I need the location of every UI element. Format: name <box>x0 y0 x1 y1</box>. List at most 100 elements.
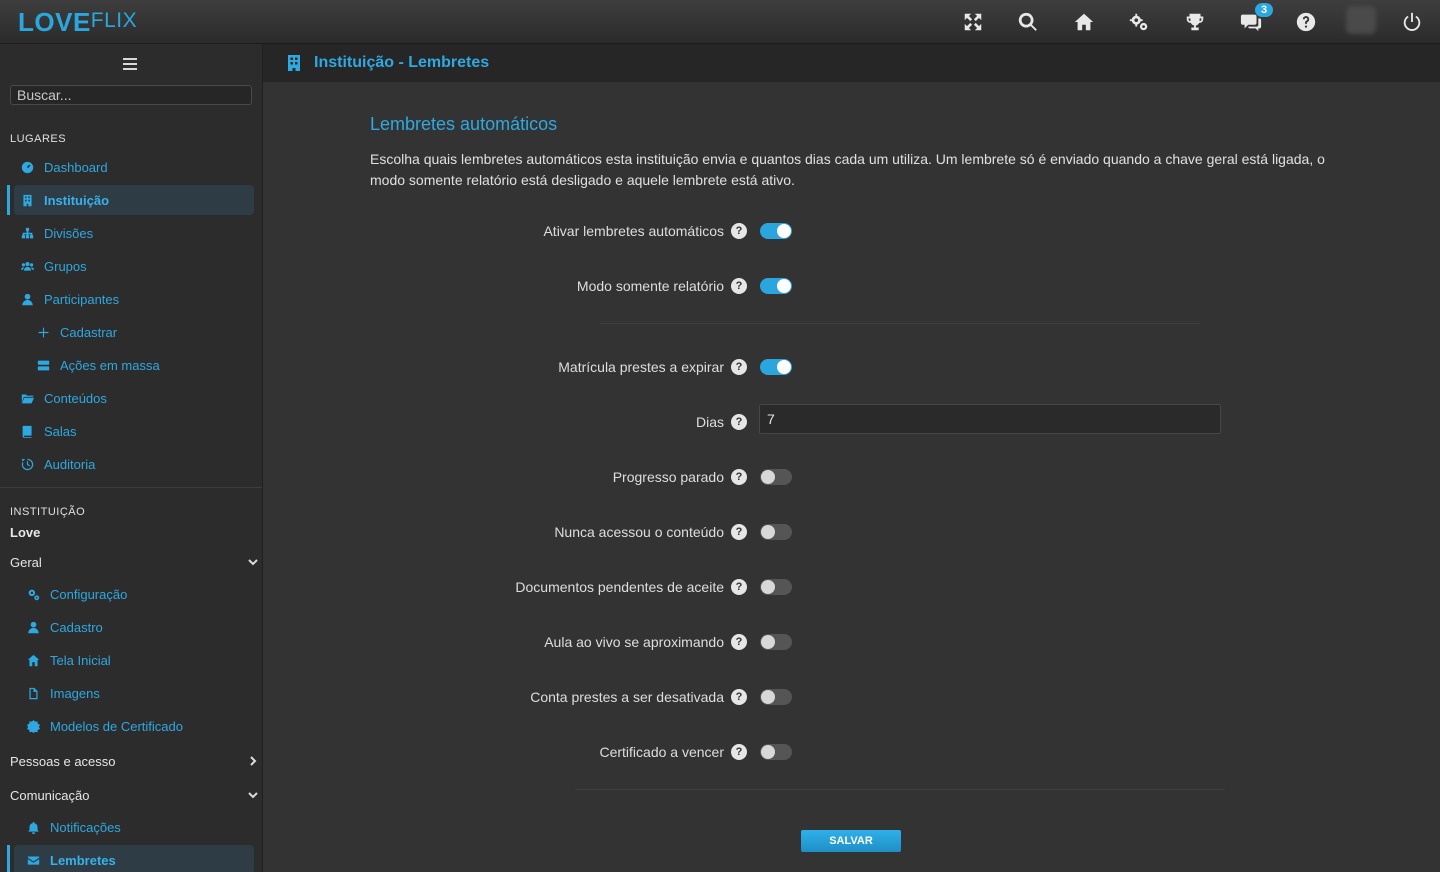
sidebar-item-acoes-em-massa[interactable]: Ações em massa <box>14 350 254 380</box>
sidebar-item-dashboard[interactable]: Dashboard <box>14 152 254 182</box>
toggle-conta-desativada[interactable] <box>760 689 792 705</box>
menu-toggle-icon[interactable] <box>123 58 137 70</box>
power-icon[interactable] <box>1398 8 1426 36</box>
sidebar-item-modelos-de-certificado[interactable]: Modelos de Certificado <box>14 711 254 741</box>
active-indicator <box>7 185 10 215</box>
setting-label-matricula: Matrícula prestes a expirar <box>558 359 724 375</box>
setting-label-modo-relatorio: Modo somente relatório <box>576 278 724 294</box>
sidebar-item-label: Cadastro <box>50 619 103 635</box>
chat-icon[interactable]: 3 <box>1237 3 1273 36</box>
fullscreen-icon[interactable] <box>959 8 987 36</box>
chevron-right-icon <box>250 756 257 766</box>
sidebar-item-label: Dashboard <box>44 159 108 175</box>
content-header: Instituição - Lembretes <box>263 44 1440 82</box>
places-section-label: LUGARES <box>10 133 67 145</box>
help-icon[interactable] <box>1292 8 1320 36</box>
home-icon <box>26 653 40 667</box>
section-title: Lembretes automáticos <box>370 114 558 134</box>
help-icon[interactable]: ? <box>731 278 747 294</box>
setting-label-certificado: Certificado a vencer <box>599 744 724 760</box>
sidebar-item-label: Tela Inicial <box>50 652 111 668</box>
bell-icon <box>26 820 40 834</box>
file-icon <box>26 686 40 700</box>
sidebar-item-label: Participantes <box>44 291 120 307</box>
sidebar-item-label: Cadastrar <box>60 324 118 340</box>
help-icon[interactable]: ? <box>731 223 747 239</box>
setting-label-nunca-acessou: Nunca acessou o conteúdo <box>554 524 724 540</box>
sidebar-item-label: Imagens <box>50 685 100 701</box>
sidebar-item-conteudos[interactable]: Conteúdos <box>14 383 254 413</box>
section-description: Escolha quais lembretes automáticos esta… <box>370 151 1325 188</box>
home-icon[interactable] <box>1070 8 1098 36</box>
sidebar-item-label: Instituição <box>44 192 110 208</box>
toggle-certificado-vencer[interactable] <box>760 744 792 760</box>
sidebar-item-salas[interactable]: Salas <box>14 416 254 446</box>
sidebar-item-label: Configuração <box>50 586 128 602</box>
help-icon[interactable]: ? <box>731 634 747 650</box>
sidebar-item-lembretes[interactable]: Lembretes <box>14 845 254 872</box>
help-icon[interactable]: ? <box>731 524 747 540</box>
logo-love: LOVE <box>18 7 91 37</box>
toggle-aula-ao-vivo[interactable] <box>760 634 792 650</box>
sidebar-item-imagens[interactable]: Imagens <box>14 678 254 708</box>
sidebar-item-label: Conteúdos <box>44 390 107 406</box>
server-icon <box>36 358 50 372</box>
sidebar-item-cadastro[interactable]: Cadastro <box>14 612 254 642</box>
sidebar-item-divisoes[interactable]: Divisões <box>14 218 254 248</box>
group-pessoas-e-acesso[interactable]: Pessoas e acesso <box>10 751 258 771</box>
top-bar: LOVEFLIX 3 <box>0 0 1440 44</box>
toggle-ativar-lembretes[interactable] <box>760 223 792 239</box>
help-icon[interactable]: ? <box>731 689 747 705</box>
group-geral[interactable]: Geral <box>10 552 258 572</box>
sidebar-item-cadastrar[interactable]: Cadastrar <box>14 317 254 347</box>
active-indicator <box>7 845 10 872</box>
sidebar-item-auditoria[interactable]: Auditoria <box>14 449 254 479</box>
gears-icon <box>26 587 40 601</box>
group-label: Geral <box>10 554 42 570</box>
group-comunicacao[interactable]: Comunicação <box>10 785 258 805</box>
sidebar-item-label: Auditoria <box>44 456 96 472</box>
institution-name: Love <box>10 525 41 540</box>
sidebar-item-label: Notificações <box>50 819 121 835</box>
envelope-icon <box>26 853 40 867</box>
certificate-icon <box>26 719 40 733</box>
chevron-down-icon <box>248 792 258 799</box>
help-icon[interactable]: ? <box>731 744 747 760</box>
setting-label-documentos: Documentos pendentes de aceite <box>515 579 724 595</box>
sidebar-item-label: Divisões <box>44 225 94 241</box>
toggle-progresso-parado[interactable] <box>760 469 792 485</box>
toggle-matricula[interactable] <box>760 359 792 375</box>
sidebar-item-participantes[interactable]: Participantes <box>14 284 254 314</box>
save-button[interactable]: SALVAR <box>801 830 901 852</box>
toggle-modo-relatorio[interactable] <box>760 278 792 294</box>
sidebar-item-configuracao[interactable]: Configuração <box>14 579 254 609</box>
sidebar-item-label: Modelos de Certificado <box>50 718 183 734</box>
setting-label-aula-ao-vivo: Aula ao vivo se aproximando <box>544 634 724 650</box>
help-icon[interactable]: ? <box>731 414 747 430</box>
sidebar-item-tela-inicial[interactable]: Tela Inicial <box>14 645 254 675</box>
group-label: Comunicação <box>10 787 90 803</box>
toggle-nunca-acessou[interactable] <box>760 524 792 540</box>
group-label: Pessoas e acesso <box>10 753 116 769</box>
help-icon[interactable]: ? <box>731 359 747 375</box>
dashboard-icon <box>20 160 34 174</box>
sidebar-item-instituicao[interactable]: Instituição <box>14 185 254 215</box>
chevron-down-icon <box>248 559 258 566</box>
building-icon <box>20 193 34 207</box>
history-icon <box>20 457 34 471</box>
gears-icon[interactable] <box>1125 8 1153 36</box>
search-icon[interactable] <box>1014 8 1042 36</box>
sidebar-item-label: Grupos <box>44 258 87 274</box>
days-input[interactable] <box>759 404 1221 434</box>
toggle-documentos-pendentes[interactable] <box>760 579 792 595</box>
help-icon[interactable]: ? <box>731 469 747 485</box>
divider <box>600 323 1200 324</box>
trophy-icon[interactable] <box>1181 8 1209 36</box>
help-icon[interactable]: ? <box>731 579 747 595</box>
sidebar-item-label: Salas <box>44 423 77 439</box>
sidebar-search-input[interactable] <box>10 85 252 105</box>
sidebar-item-grupos[interactable]: Grupos <box>14 251 254 281</box>
sidebar-item-notificacoes[interactable]: Notificações <box>14 812 254 842</box>
app-logo[interactable]: LOVEFLIX <box>18 7 137 38</box>
avatar[interactable] <box>1346 6 1376 34</box>
